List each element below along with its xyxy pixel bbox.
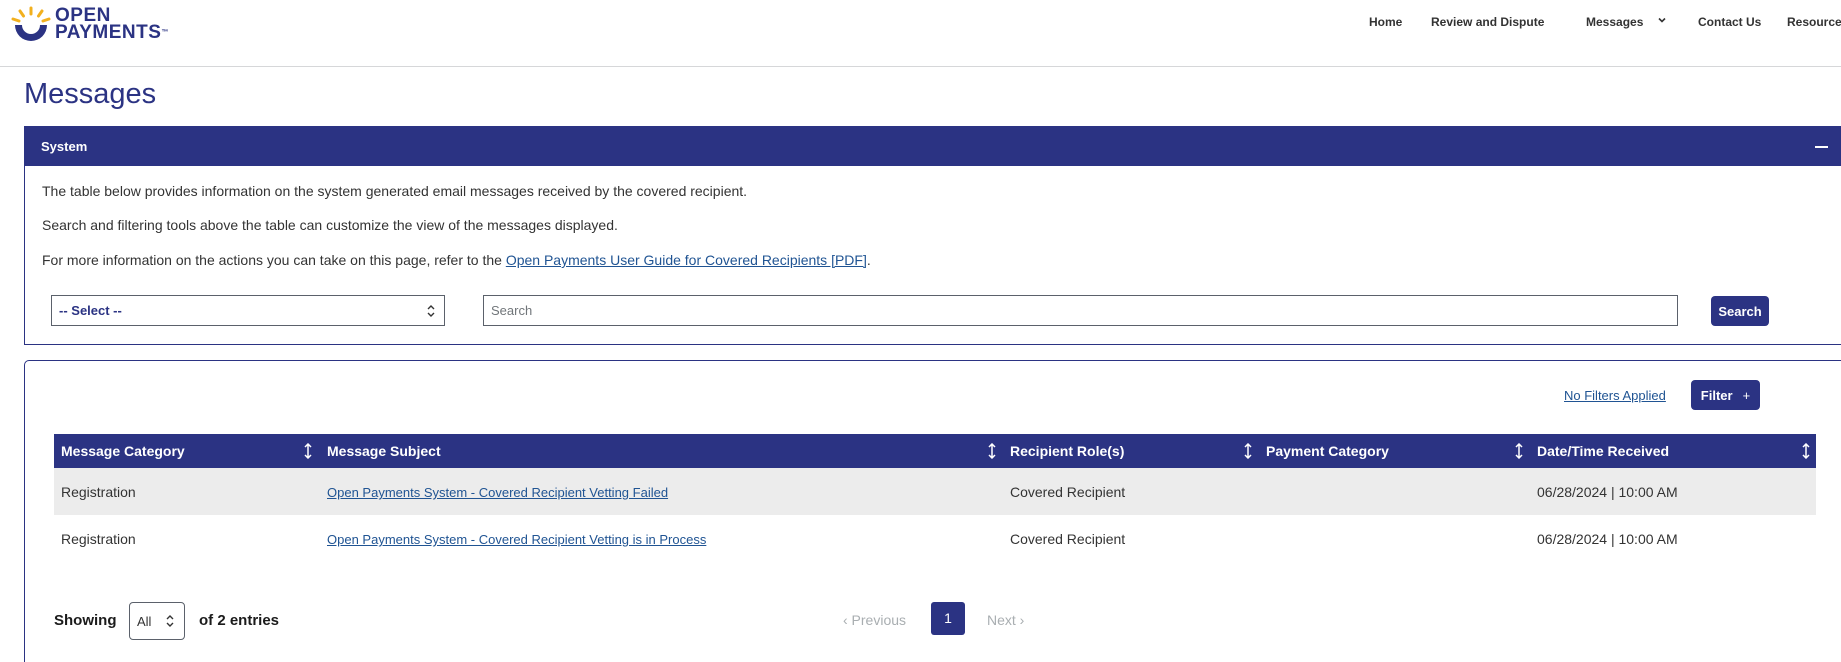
site-header: OPEN PAYMENTS™ Home Review and Dispute M…: [0, 0, 1841, 67]
filter-button[interactable]: Filter +: [1691, 380, 1760, 410]
system-panel: System The table below provides informat…: [24, 126, 1841, 345]
col-header-recipient-roles[interactable]: Recipient Role(s): [1010, 443, 1124, 459]
messages-table: Message Category Message Subject Recipie…: [54, 434, 1816, 562]
filter-button-label: Filter: [1700, 387, 1733, 403]
cell-recipient-role: Covered Recipient: [1010, 484, 1126, 500]
entries-per-page-select[interactable]: All: [129, 602, 185, 640]
no-filters-applied-link[interactable]: No Filters Applied: [1564, 388, 1666, 403]
sort-icon[interactable]: [1802, 443, 1810, 459]
intro-text-1: The table below provides information on …: [42, 183, 748, 199]
intro-text-3-suffix: .: [866, 252, 871, 268]
nav-messages[interactable]: Messages: [1586, 15, 1643, 29]
col-header-message-subject[interactable]: Message Subject: [327, 443, 441, 459]
pagination-previous[interactable]: ‹ Previous: [843, 612, 906, 628]
sort-icon[interactable]: [1244, 443, 1252, 459]
intro-text-2: Search and filtering tools above the tab…: [42, 217, 618, 233]
sort-icon[interactable]: [304, 443, 312, 459]
select-arrows-icon: [427, 305, 435, 317]
logo-wordmark: OPEN PAYMENTS™: [55, 6, 169, 43]
search-input[interactable]: [483, 295, 1678, 326]
table-row: Registration Open Payments System - Cove…: [54, 515, 1816, 562]
col-header-payment-category[interactable]: Payment Category: [1266, 443, 1389, 459]
entries-count-label: of 2 entries: [199, 612, 280, 629]
collapse-icon[interactable]: [1815, 146, 1828, 148]
sort-icon[interactable]: [988, 443, 996, 459]
plus-icon: +: [1742, 387, 1751, 403]
pagination-next[interactable]: Next ›: [987, 612, 1024, 628]
search-button[interactable]: Search: [1711, 296, 1769, 326]
logo-sun-icon: [11, 6, 51, 41]
messages-table-panel: No Filters Applied Filter + Message Categ…: [24, 360, 1841, 662]
nav-review-and-dispute[interactable]: Review and Dispute: [1431, 15, 1544, 29]
user-guide-link[interactable]: Open Payments User Guide for Covered Rec…: [506, 252, 867, 268]
category-select[interactable]: -- Select --: [51, 295, 445, 326]
logo-line-2: PAYMENTS: [55, 22, 162, 43]
col-header-date-time-received[interactable]: Date/Time Received: [1537, 443, 1669, 459]
cell-message-category: Registration: [61, 484, 136, 500]
intro-text-3-prefix: For more information on the actions you …: [42, 252, 506, 268]
cell-date-time: 06/28/2024 | 10:00 AM: [1537, 531, 1678, 547]
open-payments-logo[interactable]: OPEN PAYMENTS™: [11, 5, 191, 45]
sort-icon[interactable]: [1515, 443, 1523, 459]
showing-label: Showing: [54, 612, 117, 629]
pagination-page-1[interactable]: 1: [931, 602, 965, 635]
nav-contact-us[interactable]: Contact Us: [1698, 15, 1761, 29]
col-header-message-category[interactable]: Message Category: [61, 443, 185, 459]
nav-resources[interactable]: Resources: [1787, 15, 1841, 29]
logo-tm: ™: [161, 29, 169, 36]
cell-message-category: Registration: [61, 531, 136, 547]
system-panel-title: System: [41, 139, 88, 154]
entries-select-value: All: [137, 614, 152, 629]
category-select-value: -- Select --: [59, 303, 122, 318]
system-panel-header[interactable]: System: [25, 127, 1841, 166]
page-title: Messages: [24, 78, 157, 110]
table-header: Message Category Message Subject Recipie…: [54, 434, 1816, 468]
cell-recipient-role: Covered Recipient: [1010, 531, 1126, 547]
table-row: Registration Open Payments System - Cove…: [54, 468, 1816, 515]
intro-text-3: For more information on the actions you …: [42, 252, 871, 268]
chevron-down-icon[interactable]: [1656, 14, 1668, 26]
nav-home[interactable]: Home: [1369, 15, 1402, 29]
message-subject-link[interactable]: Open Payments System - Covered Recipient…: [327, 532, 706, 547]
message-subject-link[interactable]: Open Payments System - Covered Recipient…: [327, 485, 668, 500]
select-arrows-icon: [166, 615, 174, 627]
cell-date-time: 06/28/2024 | 10:00 AM: [1537, 484, 1678, 500]
